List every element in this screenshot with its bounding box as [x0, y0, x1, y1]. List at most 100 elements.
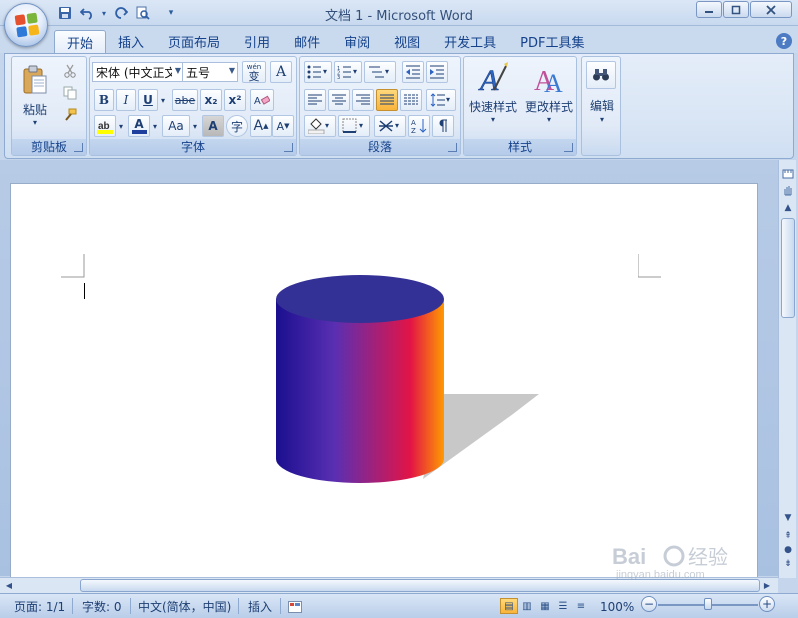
font-launcher-icon[interactable]	[284, 143, 293, 152]
language-indicator[interactable]: 中文(简体，中国)	[138, 598, 231, 615]
subscript-button[interactable]: x₂	[200, 89, 222, 111]
clipboard-launcher-icon[interactable]	[74, 143, 83, 152]
tab-references[interactable]: 引用	[232, 30, 282, 53]
tab-review[interactable]: 审阅	[332, 30, 382, 53]
change-styles-button[interactable]: A A 更改样式 ▾	[522, 59, 576, 133]
macro-recording-icon[interactable]	[288, 598, 302, 615]
shrink-font-button[interactable]: A ▼	[272, 115, 294, 137]
font-size-combo[interactable]: 五号 ▼	[182, 62, 238, 82]
maximize-icon[interactable]	[723, 1, 749, 18]
paragraph-launcher-icon[interactable]	[448, 143, 457, 152]
paragraph-group-label: 段落	[300, 139, 460, 155]
paste-button[interactable]: 粘贴 ▾	[16, 61, 54, 131]
sort-icon: AZ	[411, 119, 427, 134]
office-button[interactable]	[4, 3, 48, 47]
grow-font-button[interactable]: A ▲	[250, 115, 272, 137]
draft-view-icon[interactable]: ≡	[572, 598, 590, 614]
sort-button[interactable]: AZ	[408, 115, 430, 137]
page-count[interactable]: 页面: 1/1	[14, 598, 65, 615]
highlight-button[interactable]: ab	[94, 115, 116, 137]
editing-dropdown-icon[interactable]: ▾	[582, 115, 622, 124]
justify-button[interactable]	[376, 89, 398, 111]
styles-group: A 快速样式 ▾ A A 更改样式 ▾ 样式	[463, 56, 577, 156]
font-color-dropdown-icon[interactable]: ▾	[150, 115, 160, 137]
next-page-icon[interactable]: ⇟	[780, 556, 796, 572]
ruler-toggle-icon[interactable]	[780, 166, 796, 182]
cylinder-shape[interactable]	[273, 274, 553, 489]
tab-insert[interactable]: 插入	[106, 30, 156, 53]
tab-mailings[interactable]: 邮件	[282, 30, 332, 53]
bullets-button[interactable]: ▾	[304, 61, 332, 83]
align-left-button[interactable]	[304, 89, 326, 111]
insert-mode-indicator[interactable]: 插入	[248, 598, 272, 615]
word-count[interactable]: 字数: 0	[82, 598, 122, 615]
multilevel-list-button[interactable]: ▾	[364, 61, 396, 83]
close-icon[interactable]	[750, 1, 792, 18]
tab-home[interactable]: 开始	[54, 30, 107, 54]
decrease-indent-icon	[406, 65, 420, 79]
help-icon[interactable]: ?	[776, 33, 792, 49]
web-layout-icon[interactable]: ▦	[536, 598, 554, 614]
zoom-in-icon[interactable]: +	[759, 596, 775, 612]
minimize-icon[interactable]	[696, 1, 722, 18]
format-painter-icon[interactable]	[60, 105, 80, 125]
clear-formatting-button[interactable]: A	[250, 89, 274, 111]
cut-icon[interactable]	[60, 61, 80, 81]
font-color-button[interactable]: A	[128, 115, 150, 137]
full-screen-reading-icon[interactable]: ▥	[518, 598, 536, 614]
copy-icon[interactable]	[60, 83, 80, 103]
superscript-button[interactable]: x²	[224, 89, 246, 111]
change-case-dropdown-icon[interactable]: ▾	[190, 115, 200, 137]
find-button[interactable]	[586, 61, 616, 89]
print-layout-view-icon[interactable]: ▤	[500, 598, 518, 614]
styles-launcher-icon[interactable]	[564, 143, 573, 152]
numbering-button[interactable]: 1 2 3 ▾	[334, 61, 362, 83]
vertical-scroll-thumb[interactable]	[781, 218, 795, 318]
watermark-brand2: 经验	[688, 545, 728, 569]
status-separator	[130, 598, 131, 614]
borders-button[interactable]: ▾	[338, 115, 370, 137]
enclose-characters-button[interactable]: 字	[226, 115, 248, 137]
increase-indent-button[interactable]	[426, 61, 448, 83]
chevron-down-icon: ▼	[174, 66, 181, 75]
shading-button[interactable]: ▾	[304, 115, 336, 137]
zoom-level[interactable]: 100%	[600, 598, 634, 615]
binoculars-icon	[593, 69, 609, 81]
distributed-button[interactable]	[400, 89, 422, 111]
character-border-button[interactable]: A	[270, 61, 292, 83]
decrease-indent-button[interactable]	[402, 61, 424, 83]
align-center-button[interactable]	[328, 89, 350, 111]
multilevel-list-icon: ▾	[369, 66, 389, 78]
document-page[interactable]	[10, 183, 758, 578]
tab-page-layout[interactable]: 页面布局	[156, 30, 232, 53]
zoom-slider-knob[interactable]	[704, 598, 712, 610]
scroll-up-icon[interactable]: ▲	[780, 200, 796, 216]
tab-view[interactable]: 视图	[382, 30, 432, 53]
hand-icon[interactable]	[780, 182, 796, 198]
highlight-dropdown-icon[interactable]: ▾	[116, 115, 126, 137]
chinese-layout-button[interactable]: ▾	[374, 115, 406, 137]
align-right-button[interactable]	[352, 89, 374, 111]
line-spacing-button[interactable]: ▾	[426, 89, 456, 111]
strikethrough-button[interactable]: abe	[172, 89, 198, 111]
horizontal-scroll-thumb[interactable]	[80, 579, 760, 592]
zoom-out-icon[interactable]: −	[641, 596, 657, 612]
underline-button[interactable]: U	[138, 89, 158, 111]
show-marks-button[interactable]	[432, 115, 454, 137]
phonetic-guide-button[interactable]: wén 变	[242, 61, 266, 83]
scroll-down-icon[interactable]: ▼	[780, 510, 796, 526]
font-name-combo[interactable]: 宋体 (中文正文) ▼	[92, 62, 184, 82]
outline-view-icon[interactable]: ☰	[554, 598, 572, 614]
font-color-swatch	[131, 129, 147, 134]
scroll-left-icon[interactable]: ◀	[2, 579, 16, 592]
tab-developer[interactable]: 开发工具	[432, 30, 508, 53]
change-case-button[interactable]: Aa	[162, 115, 190, 137]
scroll-right-icon[interactable]: ▶	[760, 579, 774, 592]
italic-button[interactable]: I	[116, 89, 136, 111]
character-shading-button[interactable]: A	[202, 115, 224, 137]
underline-dropdown-icon[interactable]: ▾	[158, 89, 168, 111]
vertical-scrollbar[interactable]: ▲ ▼ ⇞ ● ⇟	[778, 160, 796, 578]
tab-pdf-tools[interactable]: PDF工具集	[508, 30, 596, 53]
quick-styles-button[interactable]: A 快速样式 ▾	[466, 59, 520, 133]
bold-button[interactable]: B	[94, 89, 114, 111]
